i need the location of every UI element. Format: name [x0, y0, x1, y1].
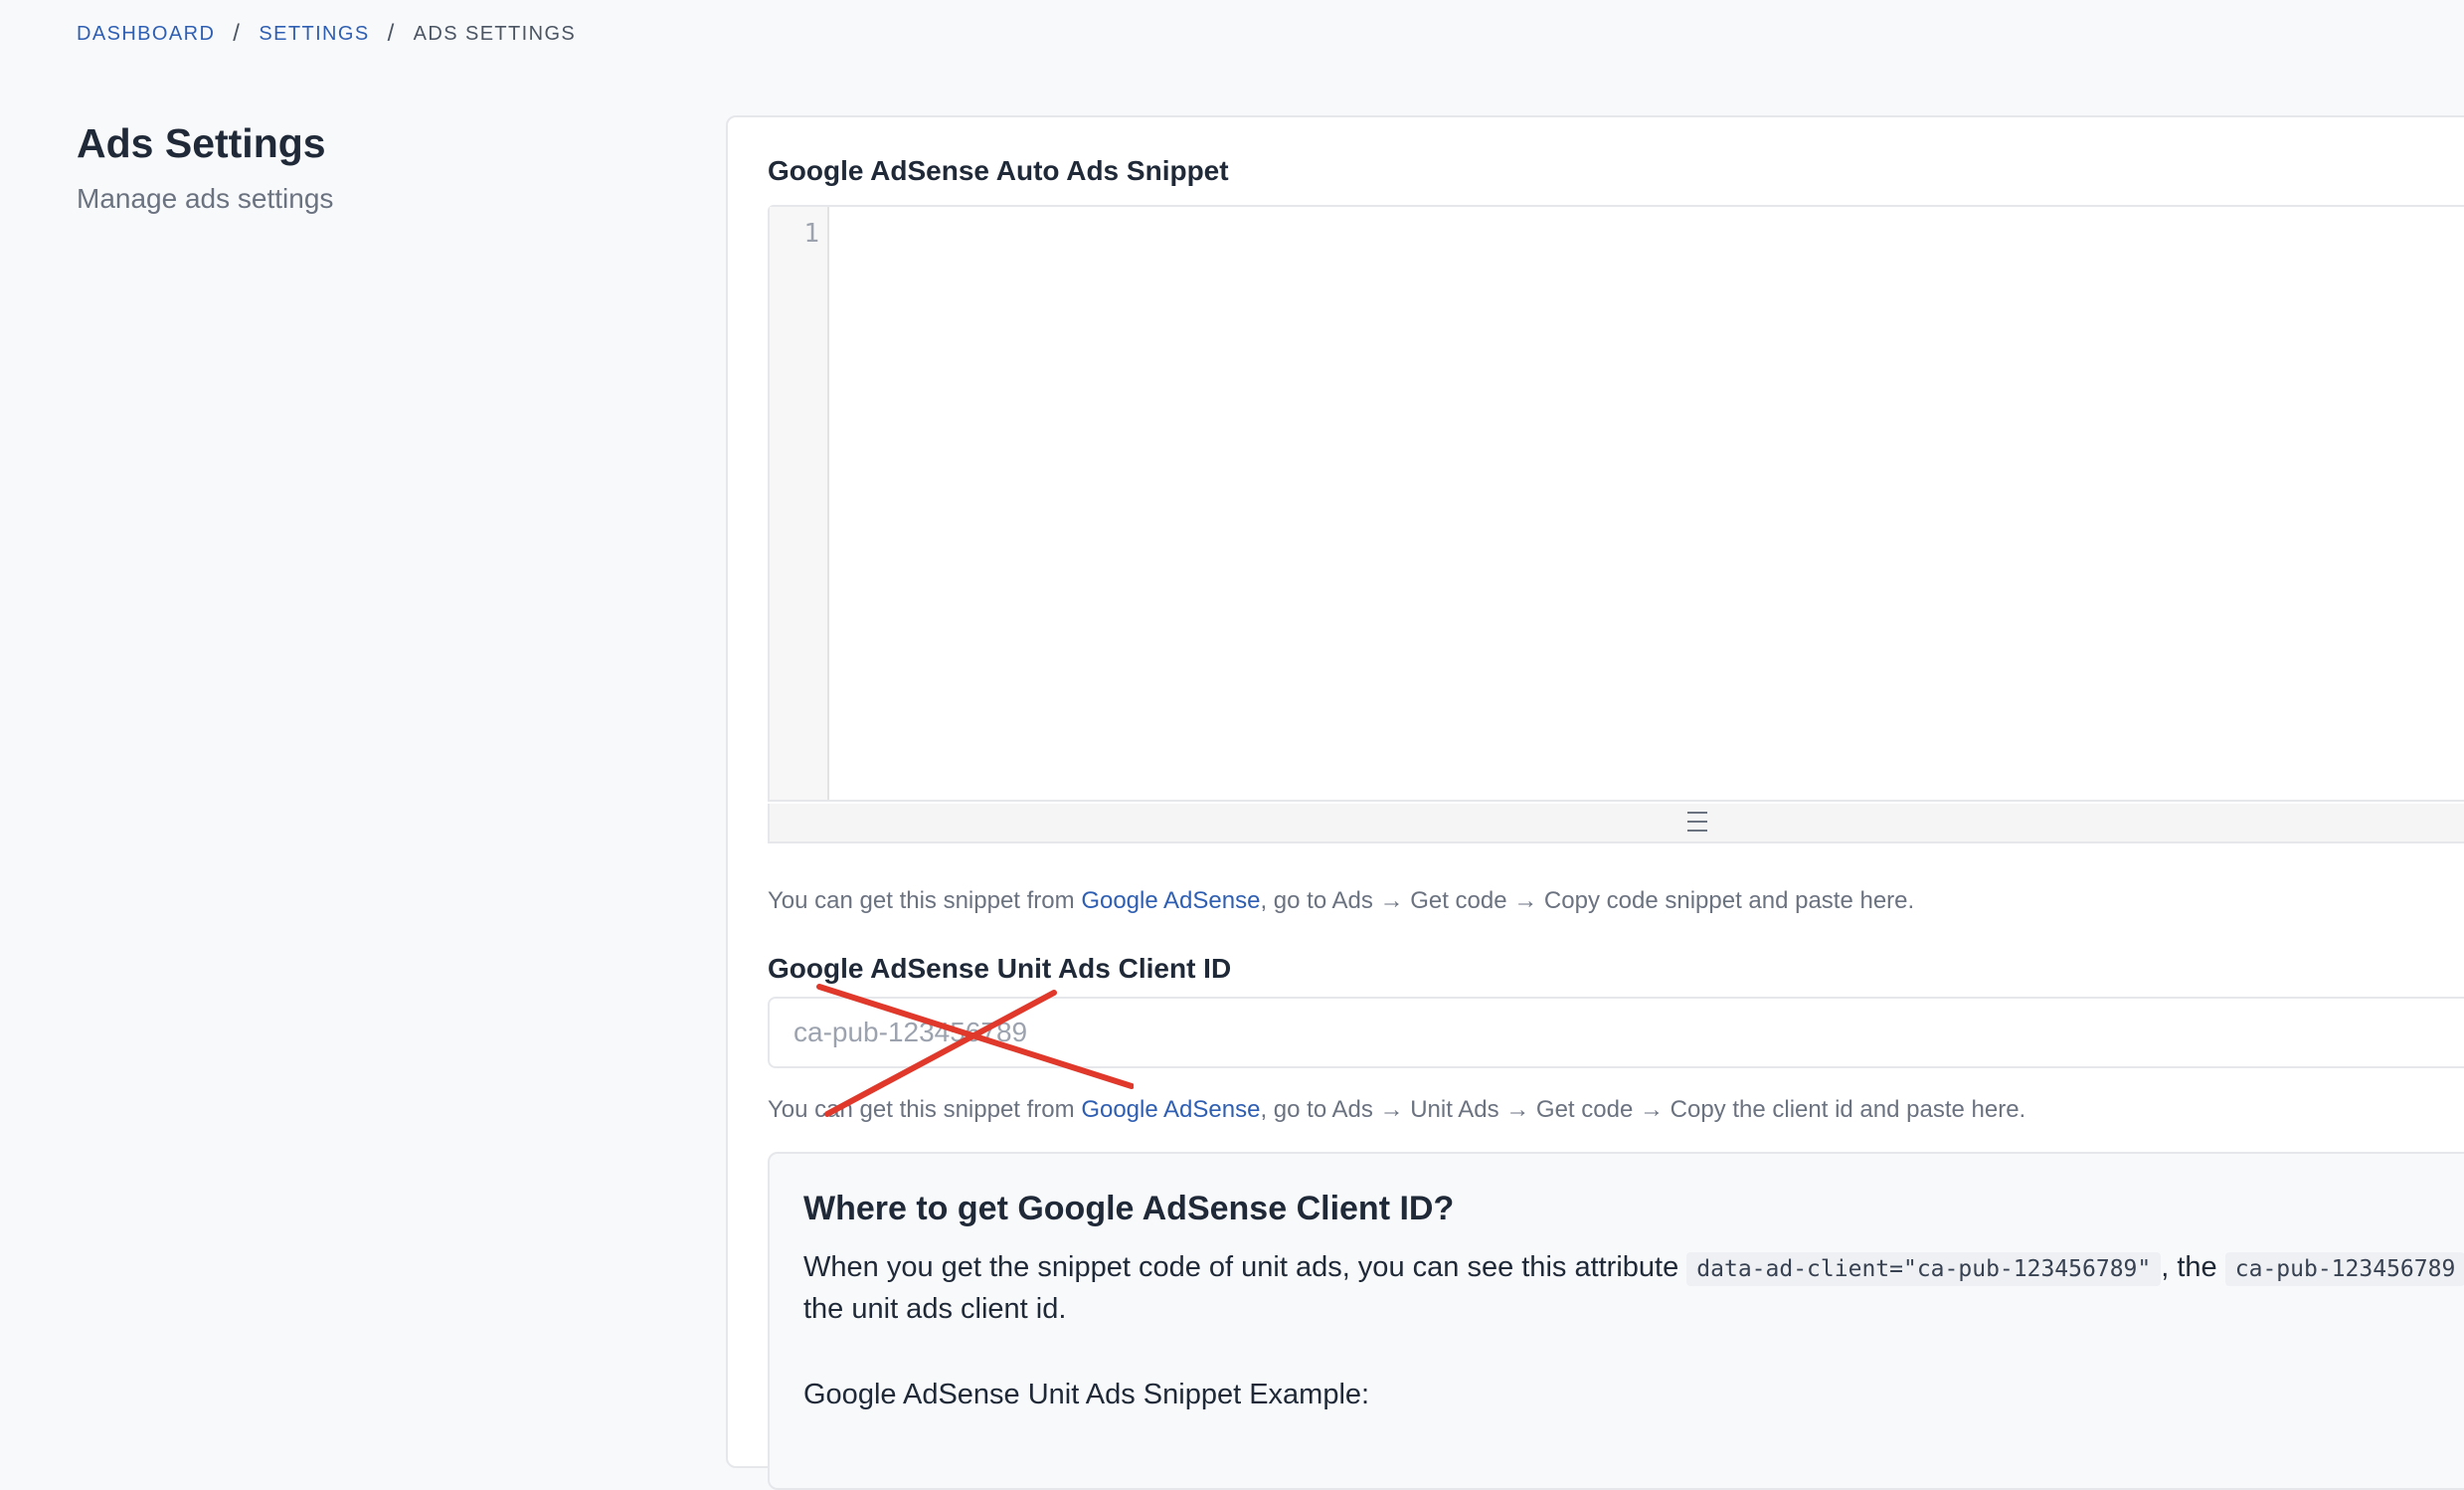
page-subtitle: Manage ads settings — [77, 183, 334, 214]
line-number: 1 — [803, 219, 819, 249]
breadcrumb-current: ADS SETTINGS — [413, 22, 577, 45]
help-text-suffix: , go to Ads → Unit Ads → Get code → Copy… — [1260, 1096, 2026, 1123]
help-text-suffix: , go to Ads → Get code → Copy code snipp… — [1260, 887, 1915, 914]
unit-ads-client-id-label: Google AdSense Unit Ads Client ID — [768, 953, 1232, 984]
unit-ads-help-text: You can get this snippet from Google AdS… — [768, 1096, 2025, 1124]
unit-ads-client-id-input[interactable] — [768, 997, 2464, 1068]
snippet-example-label: Google AdSense Unit Ads Snippet Example: — [803, 1379, 1370, 1410]
auto-ads-code-editor[interactable]: 1 — [768, 205, 2464, 802]
editor-line-gutter: 1 — [770, 207, 829, 800]
attr-code: data-ad-client="ca-pub-123456789" — [1686, 1252, 2162, 1286]
info-title: Where to get Google AdSense Client ID? — [803, 1190, 1455, 1227]
ads-settings-card: Google AdSense Auto Ads Snippet 1 You ca… — [726, 115, 2464, 1490]
help-text-prefix: You can get this snippet from — [768, 887, 1082, 914]
info-text: When you get the snippet code of unit ad… — [803, 1251, 1687, 1283]
breadcrumb-separator: / — [387, 20, 396, 47]
google-adsense-link[interactable]: Google AdSense — [1081, 1096, 1260, 1123]
auto-ads-help-text: You can get this snippet from Google AdS… — [768, 887, 1914, 915]
breadcrumb-separator: / — [233, 20, 242, 47]
breadcrumb: DASHBOARD / SETTINGS / ADS SETTINGS — [77, 20, 576, 48]
hamburger-icon[interactable] — [1687, 812, 1707, 832]
auto-ads-label: Google AdSense Auto Ads Snippet — [768, 155, 1229, 186]
breadcrumb-settings-link[interactable]: SETTINGS — [259, 23, 369, 46]
info-text: , the — [2161, 1251, 2225, 1283]
help-text-prefix: You can get this snippet from — [768, 1096, 1082, 1123]
info-paragraph: When you get the snippet code of unit ad… — [803, 1247, 2464, 1329]
client-id-code: ca-pub-123456789 — [2224, 1252, 2464, 1286]
editor-resize-bar[interactable] — [768, 804, 2464, 843]
editor-content[interactable] — [831, 207, 2464, 800]
breadcrumb-dashboard-link[interactable]: DASHBOARD — [77, 23, 215, 46]
page-header: Ads Settings Manage ads settings — [77, 117, 333, 215]
client-id-info-box: Where to get Google AdSense Client ID? W… — [768, 1152, 2464, 1490]
page-title: Ads Settings — [77, 120, 326, 166]
google-adsense-link[interactable]: Google AdSense — [1081, 887, 1260, 914]
